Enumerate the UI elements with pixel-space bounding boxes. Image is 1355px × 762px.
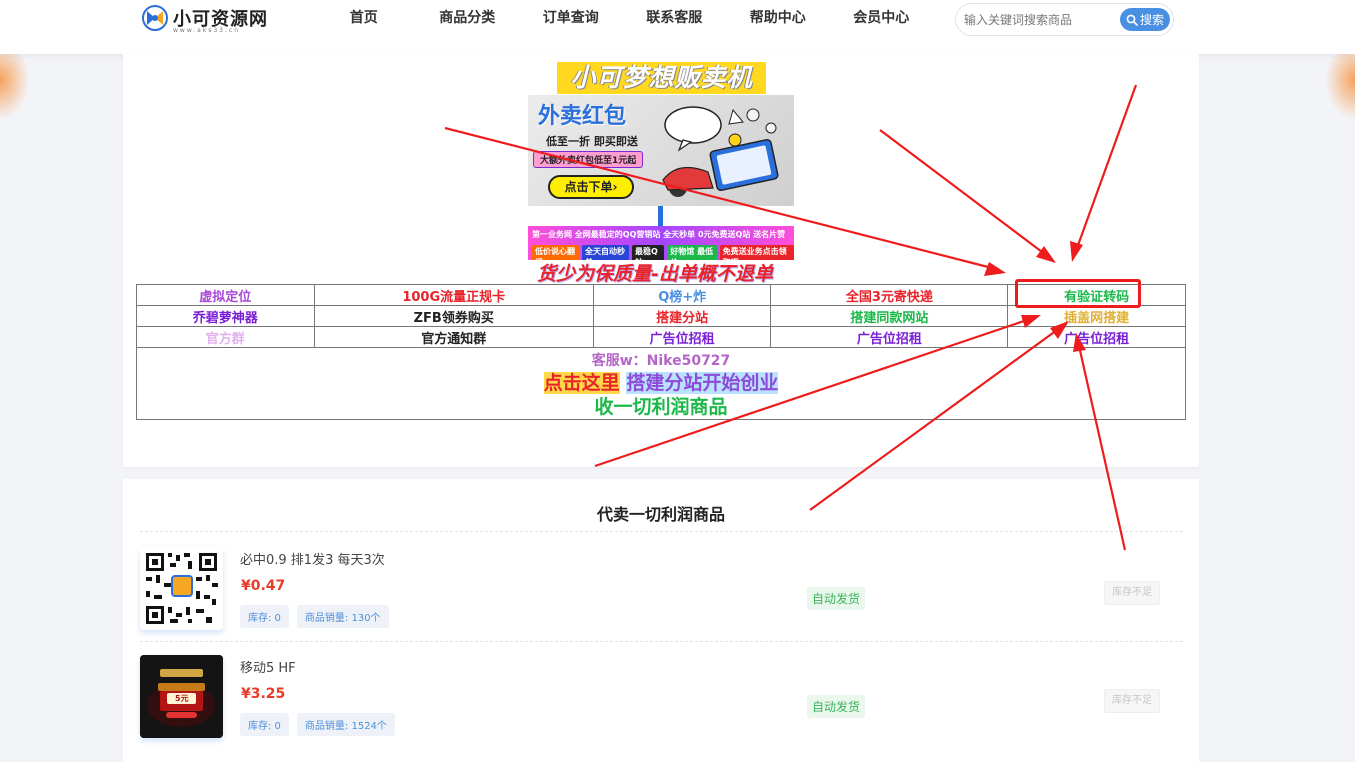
- product-thumbnail-qr: [140, 547, 223, 630]
- table-link[interactable]: 虚拟定位: [136, 284, 315, 306]
- search-icon: [1126, 14, 1138, 26]
- stock-tag: 库存: 0: [240, 605, 289, 628]
- table-link[interactable]: 官方通知群: [313, 326, 594, 348]
- ad-divider-stem: [658, 206, 663, 226]
- link-text: 广告位招租: [1064, 331, 1130, 347]
- nav-help[interactable]: 帮助中心: [726, 0, 830, 36]
- ad-strip-tags: 低价说心翻译 全天自动秒单 最稳Q站 好物馆 最低价 免费送业务点击领取吧: [532, 245, 794, 260]
- banner-title: 小可梦想贩卖机: [557, 62, 766, 94]
- nav-member[interactable]: 会员中心: [830, 0, 934, 36]
- product-price: ¥3.25: [241, 686, 286, 702]
- product-item[interactable]: 必中0.9 排1发3 每天3次 ¥0.47 库存: 0 商品销量: 130个 自…: [140, 547, 1183, 647]
- table-link[interactable]: 广告位招租: [1007, 326, 1186, 348]
- product-item[interactable]: 5元 移动5 HF ¥3.25 库存: 0 商品销量: 1524个 自动发货 库…: [140, 655, 1183, 755]
- link-text: 100G流量正规卡: [402, 289, 506, 305]
- link-text: 广告位招租: [856, 331, 922, 347]
- search-button-label: 搜索: [1139, 13, 1164, 27]
- ad-strip-text: 第一业务网 全网最稳定的QQ营销站 全天秒单 0元免费送Q站 送名片赞: [532, 230, 786, 239]
- qq-service-ad-strip[interactable]: 第一业务网 全网最稳定的QQ营销站 全天秒单 0元免费送Q站 送名片赞 低价说心…: [528, 226, 794, 260]
- link-text: ZFB领券购买: [413, 310, 494, 326]
- slogan: 货少为保质量-出单概不退单: [537, 263, 773, 285]
- top-header: 小可资源网 www.aks33.cn 首页 商品分类 订单查询 联系客服 帮助中…: [0, 0, 1355, 54]
- product-name[interactable]: 移动5 HF: [240, 657, 296, 676]
- product-name[interactable]: 必中0.9 排1发3 每天3次: [240, 549, 385, 568]
- table-row: 客服w：Nike50727 点击这里 搭建分站开始创业 收一切利润商品: [136, 347, 1186, 420]
- annotation-highlight-box: [1015, 279, 1141, 308]
- table-row: 官方群 官方通知群 广告位招租 广告位招租 广告位招租: [136, 326, 1186, 348]
- product-tags: 库存: 0 商品销量: 1524个: [240, 713, 395, 736]
- delivery-scooter-illustration: [662, 106, 779, 197]
- ad-pill: 大额外卖红包低至1元起: [533, 151, 644, 168]
- link-text: 官方通知群: [421, 331, 487, 347]
- search-button[interactable]: 搜索: [1120, 8, 1170, 31]
- table-link[interactable]: 广告位招租: [770, 326, 1009, 348]
- table-link[interactable]: 插盖网搭建: [1007, 305, 1186, 327]
- ad-subtitle: 低至一折 即买即送: [546, 135, 638, 148]
- stock-tag: 库存: 0: [240, 713, 289, 736]
- product-thumbnail-gift: 5元: [140, 655, 223, 738]
- nav-categories[interactable]: 商品分类: [416, 0, 520, 36]
- ad-title: 外卖红包: [538, 104, 627, 129]
- link-text: 搭建分站: [656, 310, 709, 326]
- ad-order-button[interactable]: 点击下单›: [548, 175, 634, 199]
- product-tags: 库存: 0 商品销量: 130个: [240, 605, 389, 628]
- product-price: ¥0.47: [241, 578, 286, 594]
- site-logo[interactable]: 小可资源网 www.aks33.cn: [141, 5, 268, 34]
- link-text: 插盖网搭建: [1064, 310, 1130, 326]
- sales-tag: 商品销量: 1524个: [296, 713, 395, 736]
- divider: [140, 531, 1183, 532]
- link-text: 虚拟定位: [199, 289, 252, 305]
- table-link[interactable]: 搭建同款网站: [770, 305, 1009, 327]
- start-branch-link[interactable]: 点击这里 搭建分站开始创业: [137, 371, 1185, 395]
- out-of-stock-button[interactable]: 库存不足: [1104, 689, 1160, 713]
- table-row: 乔碧萝神器 ZFB领券购买 搭建分站 搭建同款网站 插盖网搭建: [136, 305, 1186, 327]
- nav-order-query[interactable]: 订单查询: [519, 0, 623, 36]
- nav-contact[interactable]: 联系客服: [623, 0, 727, 36]
- nav-home[interactable]: 首页: [312, 0, 416, 36]
- search-input[interactable]: [964, 9, 1114, 31]
- takeout-ad-banner[interactable]: 外卖红包 低至一折 即买即送 大额外卖红包低至1元起 点击下单›: [528, 95, 794, 206]
- logo-icon: [141, 5, 169, 31]
- auto-delivery-badge: 自动发货: [807, 587, 866, 610]
- start-branch-link-part2: 搭建分站开始创业: [626, 372, 779, 394]
- ad-strip-tag: 免费送业务点击领取吧: [719, 245, 794, 260]
- collect-line: 收一切利润商品: [594, 396, 728, 418]
- products-section-title: 代卖一切利润商品: [596, 505, 725, 524]
- link-text: 官方群: [205, 331, 245, 347]
- link-text: 全国3元寄快递: [845, 289, 933, 305]
- table-link[interactable]: 官方群: [136, 326, 315, 348]
- divider: [140, 641, 1183, 642]
- search-box: 搜索: [955, 3, 1174, 36]
- table-link[interactable]: ZFB领券购买: [313, 305, 594, 327]
- customer-service-text: 客服w：Nike50727: [591, 353, 731, 369]
- table-link[interactable]: 搭建分站: [592, 305, 772, 327]
- table-link[interactable]: Q榜+炸: [592, 284, 772, 306]
- out-of-stock-button[interactable]: 库存不足: [1104, 581, 1160, 605]
- ad-strip-tag: 低价说心翻译: [532, 245, 579, 260]
- ad-strip-tag: 好物馆 最低价: [667, 245, 717, 260]
- table-link[interactable]: 乔碧萝神器: [136, 305, 315, 327]
- link-text: Q榜+炸: [658, 289, 707, 305]
- main-nav: 首页 商品分类 订单查询 联系客服 帮助中心 会员中心: [312, 0, 933, 36]
- thumb-badge-text: 5元: [175, 694, 189, 703]
- logo-domain: www.aks33.cn: [173, 27, 240, 34]
- ad-strip-tag: 全天自动秒单: [582, 245, 629, 260]
- start-branch-link-part1: 点击这里: [543, 372, 620, 394]
- link-text: 广告位招租: [649, 331, 715, 347]
- table-link[interactable]: 全国3元寄快递: [770, 284, 1009, 306]
- link-text: 乔碧萝神器: [192, 310, 258, 326]
- table-link[interactable]: 100G流量正规卡: [313, 284, 594, 306]
- table-link[interactable]: 广告位招租: [592, 326, 772, 348]
- sales-tag: 商品销量: 130个: [296, 605, 389, 628]
- link-text: 搭建同款网站: [850, 310, 929, 326]
- table-info-cell: 客服w：Nike50727 点击这里 搭建分站开始创业 收一切利润商品: [136, 347, 1186, 420]
- auto-delivery-badge: 自动发货: [807, 695, 866, 718]
- ad-strip-tag: 最稳Q站: [632, 245, 665, 260]
